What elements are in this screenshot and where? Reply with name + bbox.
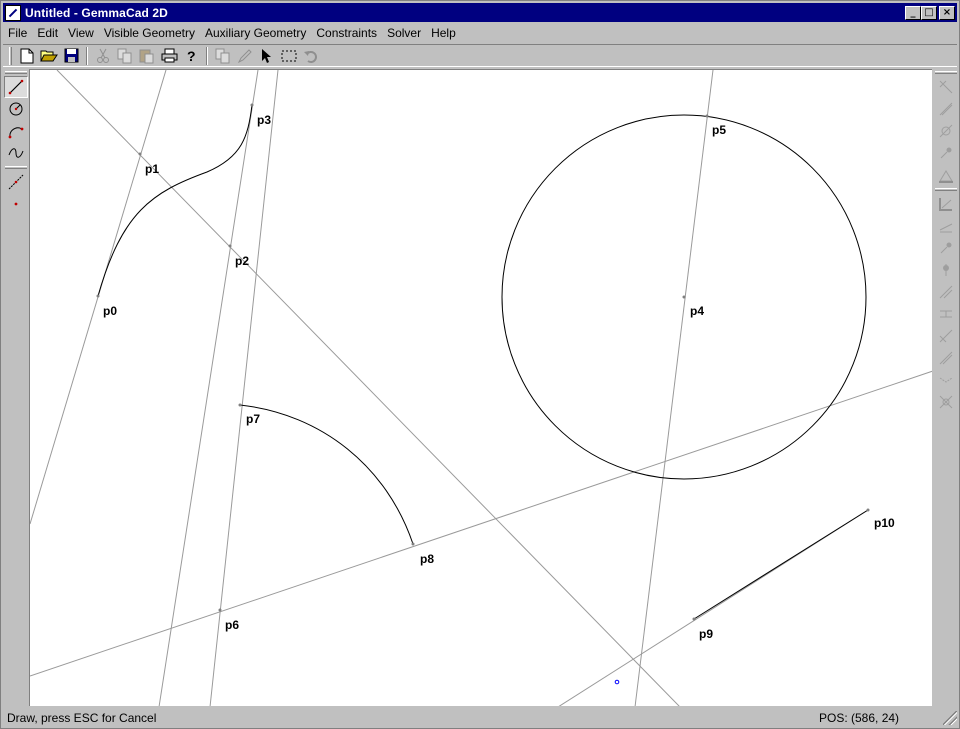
constraint-tool-icon[interactable] (934, 164, 958, 186)
main-toolbar: ? (3, 44, 957, 67)
toolbar-separator (86, 46, 88, 65)
point-label-p9: p9 (699, 627, 713, 641)
application-window: Untitled - GemmaCad 2D _ □ × File Edit V… (0, 0, 960, 729)
copy-icon[interactable] (114, 46, 136, 66)
resize-grip-icon[interactable] (943, 711, 957, 725)
toolbar-grip[interactable] (9, 46, 12, 65)
print-icon[interactable] (158, 46, 180, 66)
cursor-marker (614, 679, 620, 685)
minimize-button[interactable]: _ (905, 5, 921, 20)
menu-solver[interactable]: Solver (382, 24, 426, 42)
constraint-tool-icon[interactable] (934, 281, 958, 303)
point-label-p2: p2 (235, 254, 249, 268)
menu-constraints[interactable]: Constraints (311, 24, 382, 42)
new-icon[interactable] (16, 46, 38, 66)
constraint-tool-icon[interactable] (934, 325, 958, 347)
toolbar-grip[interactable] (5, 166, 27, 169)
constraint-tool-icon[interactable] (934, 391, 958, 413)
constraint-tool-icon[interactable] (934, 259, 958, 281)
constraint-tool-icon[interactable] (934, 347, 958, 369)
constraint-tool-icon[interactable] (934, 303, 958, 325)
status-bar: Draw, press ESC for Cancel POS: (586, 24… (3, 708, 957, 728)
save-icon[interactable] (60, 46, 82, 66)
menu-view[interactable]: View (63, 24, 99, 42)
menu-file[interactable]: File (3, 24, 32, 42)
status-message: Draw, press ESC for Cancel (7, 711, 157, 725)
rect-select-icon[interactable] (278, 46, 300, 66)
constraint-tool-icon[interactable] (934, 237, 958, 259)
point-marker[interactable] (238, 403, 242, 407)
svg-text:?: ? (187, 48, 196, 64)
spline-curve[interactable] (97, 104, 253, 297)
line-segment[interactable] (693, 509, 869, 620)
maximize-button[interactable]: □ (921, 5, 937, 20)
aux-line[interactable] (634, 70, 714, 706)
constraint-tool-icon[interactable] (934, 369, 958, 391)
point-marker[interactable] (218, 608, 222, 612)
constraint-tool-icon[interactable] (934, 193, 958, 215)
constraint-tool-icon[interactable] (934, 142, 958, 164)
paste-icon[interactable] (136, 46, 158, 66)
toolbar-grip[interactable] (5, 71, 27, 74)
point-label-p1: p1 (145, 162, 159, 176)
copy-geometry-icon[interactable] (212, 46, 234, 66)
arc-shape[interactable] (239, 404, 414, 545)
point-marker[interactable] (866, 508, 870, 512)
circle-tool-icon[interactable] (4, 98, 28, 120)
aux-line[interactable] (30, 370, 932, 677)
drawing-canvas[interactable]: p0 p1 p2 p3 p4 p5 p6 p7 p8 p9 p10 (29, 69, 932, 706)
aux-line-tool-icon[interactable] (4, 171, 28, 193)
point-marker[interactable] (96, 294, 100, 298)
point-marker[interactable] (682, 295, 686, 299)
edit-pen-icon[interactable] (234, 46, 256, 66)
drawing-toolbar (3, 69, 29, 705)
point-label-p7: p7 (246, 412, 260, 426)
point-label-p4: p4 (690, 304, 704, 318)
cursor-position: POS: (586, 24) (819, 711, 900, 725)
toolbar-grip[interactable] (935, 71, 957, 74)
constraints-toolbar (933, 69, 959, 705)
point-label-p10: p10 (874, 516, 895, 530)
point-marker[interactable] (705, 114, 709, 118)
menu-visible-geometry[interactable]: Visible Geometry (99, 24, 200, 42)
menu-help[interactable]: Help (426, 24, 461, 42)
aux-line[interactable] (158, 70, 259, 706)
point-label-p8: p8 (420, 552, 434, 566)
toolbar-separator (206, 46, 208, 65)
drawing-svg[interactable]: p0 p1 p2 p3 p4 p5 p6 p7 p8 p9 p10 (30, 70, 932, 706)
help-icon[interactable]: ? (180, 46, 202, 66)
arc-tool-icon[interactable] (4, 120, 28, 142)
menu-edit[interactable]: Edit (32, 24, 63, 42)
toolbar-grip[interactable] (935, 188, 957, 191)
point-marker[interactable] (138, 152, 142, 156)
undo-icon[interactable] (300, 46, 322, 66)
line-tool-icon[interactable] (4, 76, 28, 98)
point-marker[interactable] (411, 542, 415, 546)
constraint-tool-icon[interactable] (934, 76, 958, 98)
point-tool-icon[interactable] (4, 193, 28, 215)
point-marker[interactable] (692, 617, 696, 621)
menu-bar: File Edit View Visible Geometry Auxiliar… (3, 23, 957, 43)
constraint-tool-icon[interactable] (934, 98, 958, 120)
point-marker[interactable] (250, 103, 254, 107)
title-bar: Untitled - GemmaCad 2D _ □ × (3, 3, 957, 22)
constraint-tool-icon[interactable] (934, 120, 958, 142)
point-label-p5: p5 (712, 123, 726, 137)
window-title: Untitled - GemmaCad 2D (25, 5, 168, 20)
select-arrow-icon[interactable] (256, 46, 278, 66)
constraint-tool-icon[interactable] (934, 215, 958, 237)
point-label-p6: p6 (225, 618, 239, 632)
close-button[interactable]: × (939, 5, 955, 20)
spline-tool-icon[interactable] (4, 142, 28, 164)
point-label-p3: p3 (257, 113, 271, 127)
app-icon[interactable] (5, 4, 21, 21)
cut-icon[interactable] (92, 46, 114, 66)
point-marker[interactable] (228, 244, 232, 248)
menu-auxiliary-geometry[interactable]: Auxiliary Geometry (200, 24, 311, 42)
open-icon[interactable] (38, 46, 60, 66)
point-label-p0: p0 (103, 304, 117, 318)
